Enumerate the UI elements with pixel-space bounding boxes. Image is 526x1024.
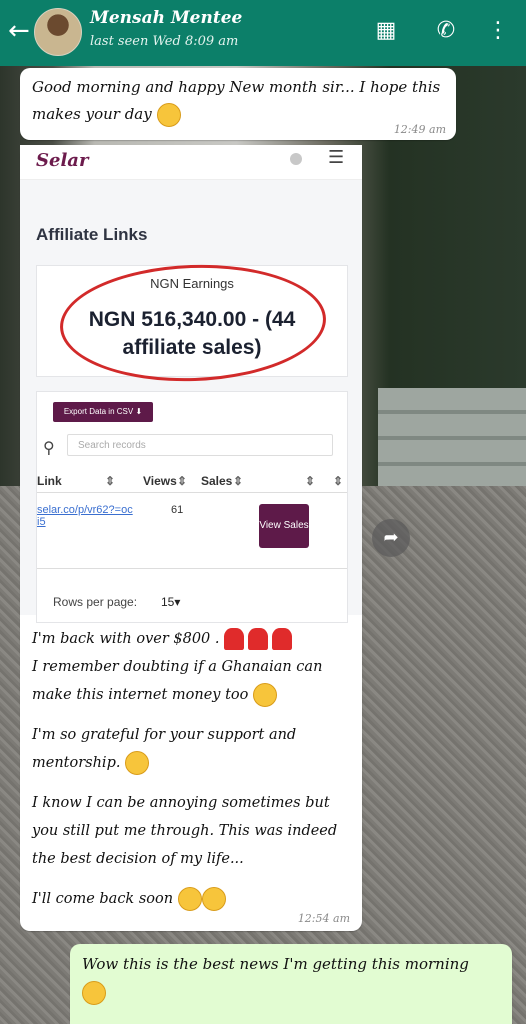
catalog-store-icon[interactable]: ▦ [372, 17, 400, 45]
search-row: ⚲ Search records [37, 434, 347, 464]
table-views: 61 [171, 504, 184, 516]
table-link: selar.co/p/vr62?=oci5 [37, 504, 133, 528]
rows-per-page-value: 15▾ [161, 595, 181, 609]
star-struck-emoji-icon [156, 103, 181, 127]
teary-emoji-icon [125, 751, 150, 775]
col-link: Link [37, 474, 62, 488]
affiliate-table-card: Export Data in CSV ⬇ ⚲ Search records Li… [36, 391, 348, 623]
message-text: Good morning and happy New month sir... … [32, 74, 442, 128]
caption-line-3: I'm so grateful for your support and men… [32, 727, 297, 771]
divider [37, 568, 347, 569]
sort-icon: ⇕ [105, 474, 116, 488]
view-sales-button: View Sales [259, 504, 309, 548]
col-views: Views [143, 474, 177, 488]
message-time: 12:49 am [393, 123, 446, 136]
add-call-icon[interactable]: ✆ [432, 17, 460, 45]
caption-line-1: I'm back with over $800 . [32, 631, 220, 647]
selar-topbar: Selar ☰ [20, 145, 362, 180]
shared-screenshot-image[interactable]: Selar ☰ Affiliate Links NGN Earnings NGN… [20, 145, 362, 623]
profile-dot-icon [290, 153, 302, 165]
outgoing-message-bubble[interactable]: Wow this is the best news I'm getting th… [70, 944, 512, 1024]
sort-icon: ⇕ [333, 474, 344, 488]
grinning-emoji-icon [82, 981, 106, 1005]
giggle-emoji-icon [177, 887, 202, 911]
caption-line-4: I know I can be annoying sometimes but y… [32, 795, 338, 867]
avatar[interactable] [34, 8, 82, 56]
table-header: Link Views Sales ⇕ ⇕ ⇕ ⇕ ⇕ [37, 470, 347, 493]
sort-icon: ⇕ [233, 474, 244, 488]
dancer-emoji-icon [272, 628, 293, 650]
caption-line-2: I remember doubting if a Ghanaian can ma… [32, 659, 323, 703]
contact-name[interactable]: Mensah Mentee [90, 8, 242, 28]
message-text-content: Good morning and happy New month sir... … [32, 78, 441, 123]
search-input: Search records [67, 434, 333, 456]
more-options-icon[interactable]: ⋮ [484, 17, 512, 45]
search-icon: ⚲ [43, 438, 55, 457]
caption-line-5: I'll come back soon [32, 891, 174, 907]
sort-icon: ⇕ [305, 474, 316, 488]
dancer-emoji-icon [248, 628, 269, 650]
back-arrow-icon[interactable]: ← [8, 16, 34, 46]
message-text-content: Wow this is the best news I'm getting th… [82, 955, 469, 973]
rows-per-page-label: Rows per page: [53, 595, 138, 609]
incoming-message-bubble[interactable]: Good morning and happy New month sir... … [20, 68, 456, 140]
selar-logo: Selar [36, 150, 89, 171]
sort-icon: ⇕ [177, 474, 188, 488]
message-text: Wow this is the best news I'm getting th… [82, 950, 502, 1006]
forward-icon[interactable]: ➦ [372, 519, 410, 557]
last-seen-status: last seen Wed 8:09 am [90, 34, 239, 49]
export-csv-button: Export Data in CSV ⬇ [53, 402, 153, 422]
grinning-emoji-icon [253, 683, 277, 707]
page-title: Affiliate Links [36, 225, 148, 244]
col-sales: Sales [201, 474, 233, 488]
hamburger-menu-icon: ☰ [328, 147, 345, 168]
message-caption: I'm back with over $800 . I remember dou… [32, 625, 354, 925]
dancer-emoji-icon [224, 628, 245, 650]
message-time: 12:54 am [297, 912, 350, 925]
wallpaper-steps [378, 388, 526, 498]
giggle-emoji-icon [201, 887, 226, 911]
chat-header: ← Mensah Mentee last seen Wed 8:09 am ▦ … [0, 0, 526, 66]
